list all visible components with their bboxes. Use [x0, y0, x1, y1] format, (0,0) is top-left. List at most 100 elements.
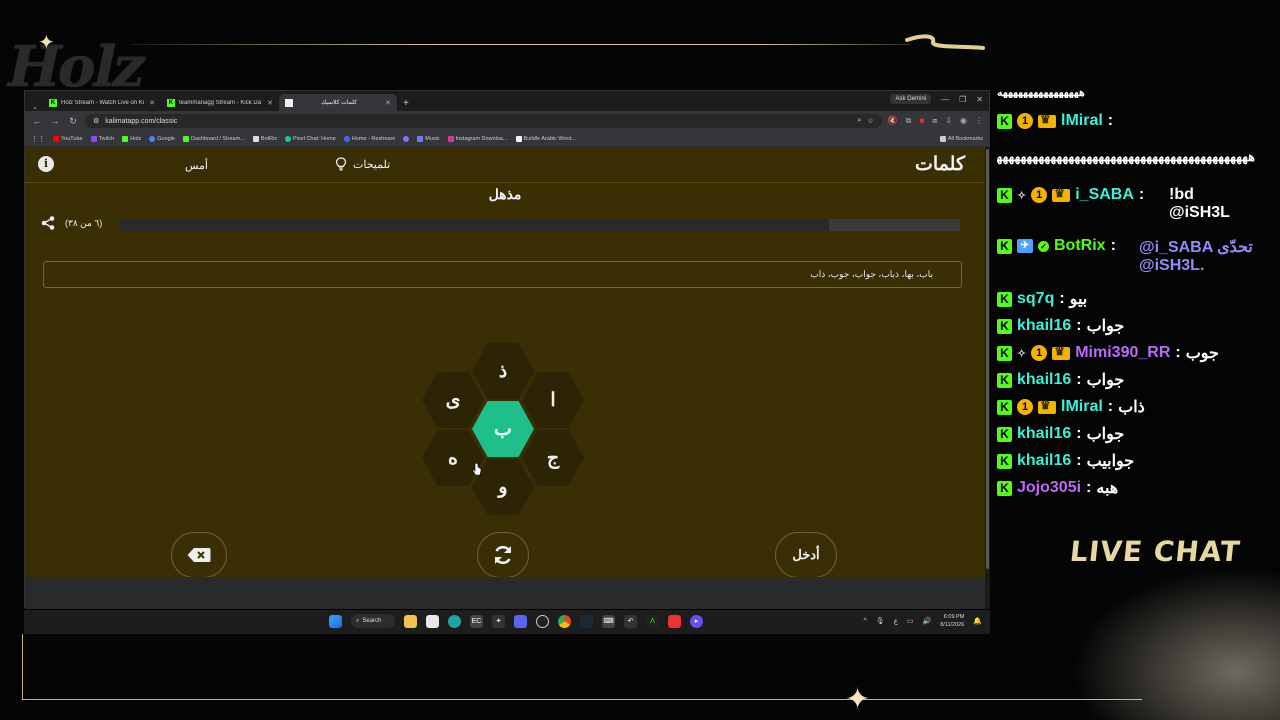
discord-icon[interactable]: [514, 614, 527, 628]
bookmark-botrix[interactable]: BotRix: [252, 135, 277, 142]
app-icon[interactable]: Λ: [646, 614, 659, 628]
bookmark-pixel-chat[interactable]: Pixel Chat: Home: [285, 135, 336, 142]
delete-button[interactable]: [171, 532, 227, 578]
bookmark-music[interactable]: Music: [417, 135, 440, 142]
chat-username[interactable]: Jojo305i: [1017, 479, 1081, 497]
back-icon[interactable]: ←: [31, 116, 43, 126]
bookmark-twitch[interactable]: Twitch: [90, 135, 114, 142]
zoom-icon[interactable]: ⌕: [857, 117, 861, 125]
chat-username[interactable]: BotRix: [1054, 237, 1106, 255]
bookmark-youtube[interactable]: YouTube: [53, 135, 83, 142]
bookmark-unnamed[interactable]: [403, 135, 410, 142]
app-icon[interactable]: EC: [470, 614, 483, 628]
file-explorer-icon[interactable]: [404, 614, 417, 628]
hex-letter-lower-right[interactable]: ج: [522, 430, 584, 486]
chat-username[interactable]: Mimi390_RR: [1075, 344, 1170, 362]
chat-username[interactable]: khail16: [1017, 317, 1071, 335]
close-icon[interactable]: ✕: [267, 99, 273, 107]
app-icon[interactable]: ↶: [624, 614, 637, 628]
bookmark-buildle[interactable]: Buildle Arabic Word...: [515, 135, 576, 142]
windows-start-icon[interactable]: [329, 614, 342, 628]
chat-username[interactable]: khail16: [1017, 452, 1071, 470]
letter: ه: [448, 447, 458, 469]
menu-icon[interactable]: ⋮: [975, 116, 983, 126]
shuffle-button[interactable]: [477, 532, 529, 578]
close-icon[interactable]: ✕: [385, 99, 391, 107]
tab-holz-stream[interactable]: K Holz Stream - Watch Live on Ki ✕: [43, 94, 161, 111]
keyboard-icon[interactable]: ⌨: [602, 614, 615, 628]
hints-button[interactable]: تلميحات: [335, 157, 390, 171]
chat-username[interactable]: lMiral: [1061, 112, 1103, 130]
reload-icon[interactable]: ↻: [67, 116, 79, 127]
profile-icon[interactable]: ◉: [960, 116, 967, 126]
network-icon[interactable]: ▭: [907, 617, 914, 625]
chat-username[interactable]: sq7q: [1017, 290, 1054, 308]
kick-icon: K: [997, 291, 1012, 307]
language-indicator[interactable]: ع: [894, 617, 898, 625]
chat-username[interactable]: i_SABA: [1075, 186, 1134, 204]
chat-username[interactable]: khail16: [1017, 425, 1071, 443]
share-icon[interactable]: [40, 215, 56, 231]
scrollbar-thumb[interactable]: [986, 149, 989, 569]
chat-username[interactable]: lMiral: [1061, 398, 1103, 416]
tab-search-icon[interactable]: ⌄: [29, 103, 41, 111]
verified-icon: ✓: [1038, 240, 1049, 252]
bookmark-instagram[interactable]: Instagram Downloa...: [447, 135, 508, 142]
hex-letter-top[interactable]: ذ: [472, 343, 534, 399]
grunge-texture: [1060, 560, 1280, 720]
steam-icon[interactable]: [580, 614, 593, 628]
record-app-icon[interactable]: [668, 614, 681, 628]
new-tab-button[interactable]: +: [397, 98, 415, 111]
hex-letter-upper-left[interactable]: ى: [422, 372, 484, 428]
bookmark-holz[interactable]: Holz: [122, 135, 141, 142]
found-words-box[interactable]: باب، بها، ذباب، جواب، جوب، ذاب: [43, 261, 962, 288]
record-icon[interactable]: ■: [919, 116, 924, 126]
bookmark-dashboard[interactable]: Dashboard / Stream...: [182, 135, 245, 142]
sub-badge-icon: 1: [1031, 187, 1048, 203]
tab-teammanagg-stream[interactable]: K teammanagg Stream - Kick Da ✕: [161, 94, 279, 111]
app-icon[interactable]: ▸: [690, 614, 703, 628]
chat-username[interactable]: khail16: [1017, 371, 1071, 389]
chat-message: K khail16 : جوابيب: [997, 451, 1259, 471]
address-bar[interactable]: ⚙ kalimatapp.com/classic ⌕ ☆: [85, 114, 882, 128]
letter: ى: [445, 389, 461, 411]
bookmark-google[interactable]: Google: [149, 135, 175, 142]
kalimat-page: كلمات تلميحات أمس i مذهل (٦ من ٣٨) باب، …: [25, 147, 985, 578]
forward-icon[interactable]: →: [49, 116, 61, 126]
site-info-icon[interactable]: ⚙: [93, 117, 99, 125]
bookmark-star-icon[interactable]: ☆: [867, 117, 873, 125]
ask-gemini-button[interactable]: Ask Gemini: [890, 94, 932, 104]
clock[interactable]: 6:09 PM 8/11/2026: [940, 613, 964, 629]
chat-text: جوابيب: [1086, 453, 1135, 470]
botrix-icon: [252, 135, 259, 142]
taskbar-search[interactable]: ⌕ Search: [351, 614, 395, 628]
word-count: (٦ من ٣٨): [65, 218, 103, 228]
chrome-icon[interactable]: [558, 614, 571, 628]
info-icon[interactable]: i: [38, 156, 54, 172]
extension-icon[interactable]: ⧉: [906, 116, 912, 126]
volume-icon[interactable]: 🔊: [923, 617, 932, 625]
minimize-icon[interactable]: —: [941, 95, 949, 104]
hex-letter-lower-left[interactable]: ه: [422, 430, 484, 486]
app-icon[interactable]: ✦: [492, 614, 505, 628]
apps-icon[interactable]: ⋮⋮: [31, 135, 45, 143]
close-icon[interactable]: ✕: [149, 99, 155, 107]
mic-icon[interactable]: 🎙: [876, 617, 885, 625]
hex-letter-upper-right[interactable]: ا: [522, 372, 584, 428]
chevron-up-icon[interactable]: ^: [864, 618, 867, 625]
extensions-icon[interactable]: ⧈: [932, 116, 937, 126]
download-icon[interactable]: ⇩: [945, 116, 952, 126]
notification-icon[interactable]: 🔔: [973, 617, 982, 625]
all-bookmarks[interactable]: All Bookmarks: [939, 135, 983, 142]
maximize-icon[interactable]: ❐: [959, 95, 966, 104]
edge-icon[interactable]: [448, 614, 461, 628]
hex-letter-center[interactable]: ب: [472, 401, 534, 457]
yesterday-button[interactable]: أمس: [185, 159, 208, 172]
close-window-icon[interactable]: ✕: [976, 95, 983, 104]
bookmark-restream[interactable]: Home - Restream: [343, 135, 395, 142]
enter-button[interactable]: أدخل: [775, 532, 837, 578]
store-icon[interactable]: [426, 614, 439, 628]
mute-icon[interactable]: 🔇: [888, 116, 898, 126]
obs-icon[interactable]: [536, 614, 549, 628]
tab-kalimat[interactable]: كلمات كلاسيك ✕: [279, 94, 397, 111]
